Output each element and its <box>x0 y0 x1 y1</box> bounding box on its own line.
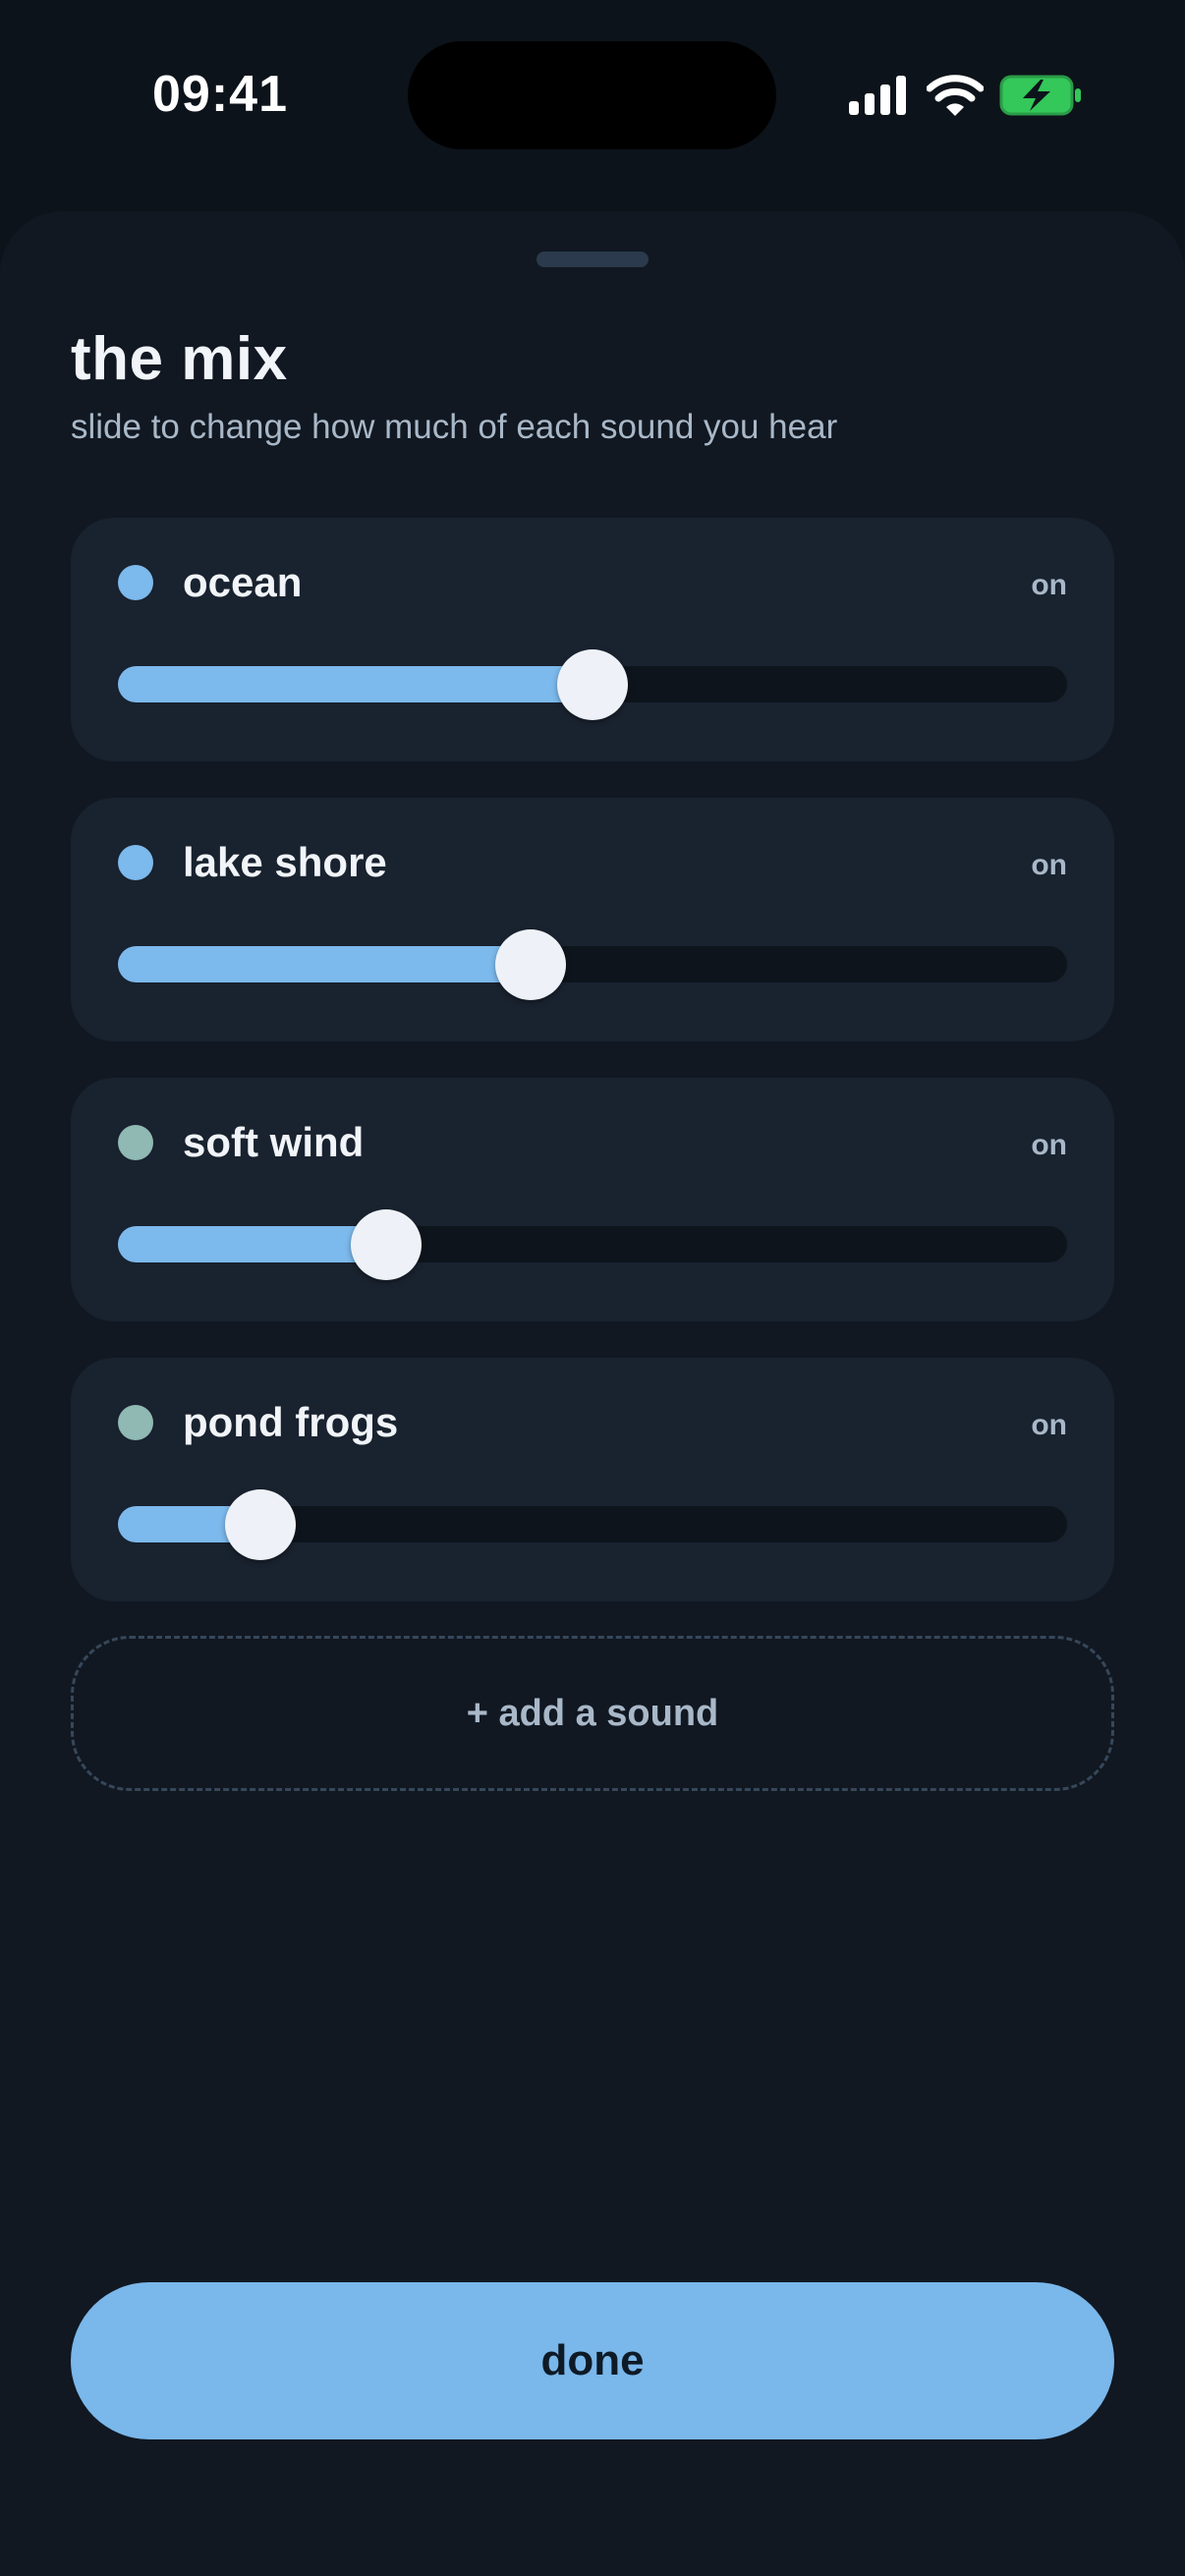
sheet-subtitle: slide to change how much of each sound y… <box>71 408 838 446</box>
sound-color-dot <box>118 845 153 880</box>
volume-slider-fill <box>118 946 532 982</box>
sound-state-toggle[interactable]: on <box>1031 1129 1067 1162</box>
volume-slider-fill <box>118 1226 387 1262</box>
add-sound-button[interactable]: + add a sound <box>71 1636 1114 1791</box>
sound-state-toggle[interactable]: on <box>1031 569 1067 602</box>
sound-color-dot <box>118 1125 153 1160</box>
volume-slider-thumb[interactable] <box>557 649 628 720</box>
sound-color-dot <box>118 565 153 600</box>
cellular-signal-icon <box>849 76 906 115</box>
sound-mix-sheet: the mix slide to change how much of each… <box>0 211 1185 2576</box>
sound-state-toggle[interactable]: on <box>1031 849 1067 882</box>
sheet-title: the mix <box>71 325 288 393</box>
sound-state-toggle[interactable]: on <box>1031 1409 1067 1442</box>
sound-name: ocean <box>183 559 303 605</box>
volume-slider-thumb[interactable] <box>351 1209 423 1280</box>
volume-slider-fill <box>118 666 592 702</box>
dynamic-island <box>408 41 776 149</box>
sound-card: pond frogs on <box>71 1358 1114 1601</box>
volume-slider[interactable] <box>118 1209 1067 1280</box>
sound-color-dot <box>118 1405 153 1440</box>
sound-name: soft wind <box>183 1119 365 1165</box>
sound-card: lake shore on <box>71 798 1114 1041</box>
volume-slider[interactable] <box>118 1489 1067 1560</box>
status-time: 09:41 <box>152 66 288 123</box>
battery-charging-icon <box>999 75 1081 116</box>
sound-card: ocean on <box>71 518 1114 761</box>
volume-slider-thumb[interactable] <box>495 929 567 1000</box>
done-button[interactable]: done <box>71 2282 1114 2439</box>
volume-slider[interactable] <box>118 649 1067 720</box>
sound-card: soft wind on <box>71 1078 1114 1321</box>
sound-name: pond frogs <box>183 1399 399 1445</box>
wifi-icon <box>927 75 984 116</box>
volume-slider[interactable] <box>118 929 1067 1000</box>
volume-slider-thumb[interactable] <box>224 1489 296 1560</box>
status-bar: 09:41 <box>0 0 1185 196</box>
sound-name: lake shore <box>183 839 387 885</box>
sheet-grabber[interactable] <box>536 252 649 267</box>
